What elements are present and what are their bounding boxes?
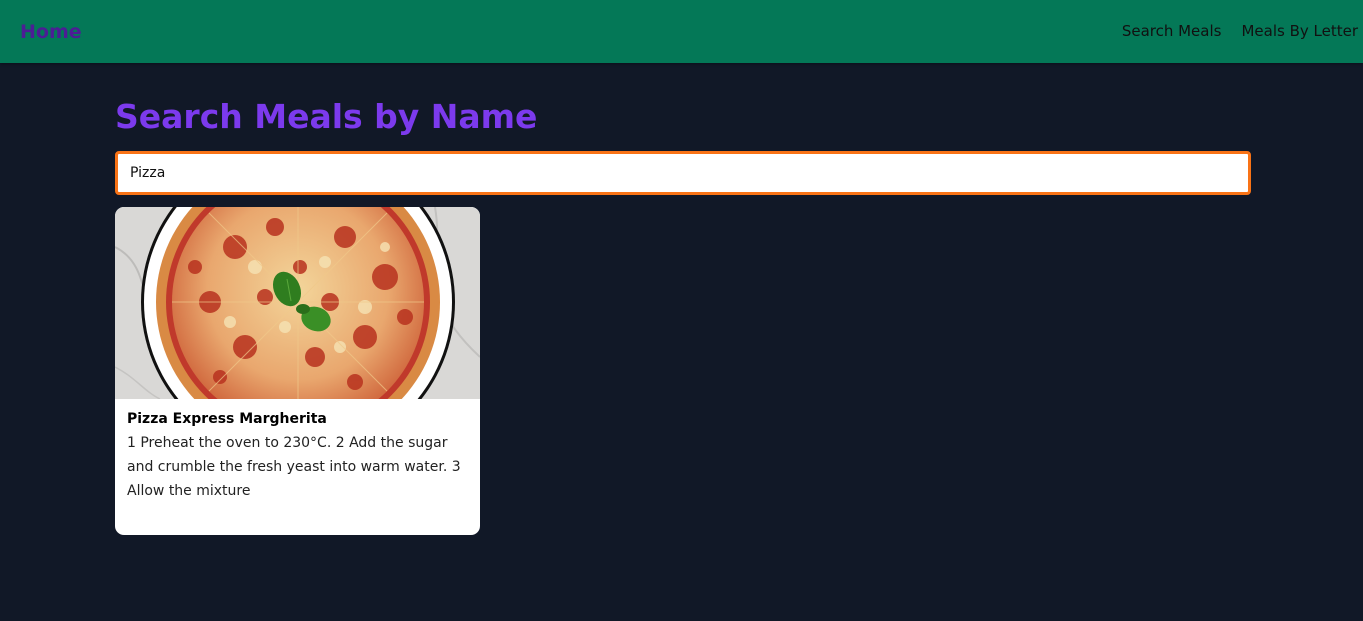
nav-link-meals-by-letter[interactable]: Meals By Letter [1241,20,1358,42]
page-title: Search Meals by Name [115,97,538,136]
home-link[interactable]: Home [20,19,82,45]
meal-image[interactable] [115,207,480,399]
meal-card-body: Pizza Express Margherita 1 Preheat the o… [115,399,480,503]
meal-description: 1 Preheat the oven to 230°C. 2 Add the s… [127,435,461,499]
nav-link-search-meals[interactable]: Search Meals [1122,20,1222,42]
search-input[interactable] [115,151,1251,195]
navbar: Home Search Meals Meals By Letter [0,0,1363,63]
nav-links: Search Meals Meals By Letter [1122,20,1358,42]
meal-name[interactable]: Pizza Express Margherita [127,407,468,431]
meal-card[interactable]: Pizza Express Margherita 1 Preheat the o… [115,207,480,535]
